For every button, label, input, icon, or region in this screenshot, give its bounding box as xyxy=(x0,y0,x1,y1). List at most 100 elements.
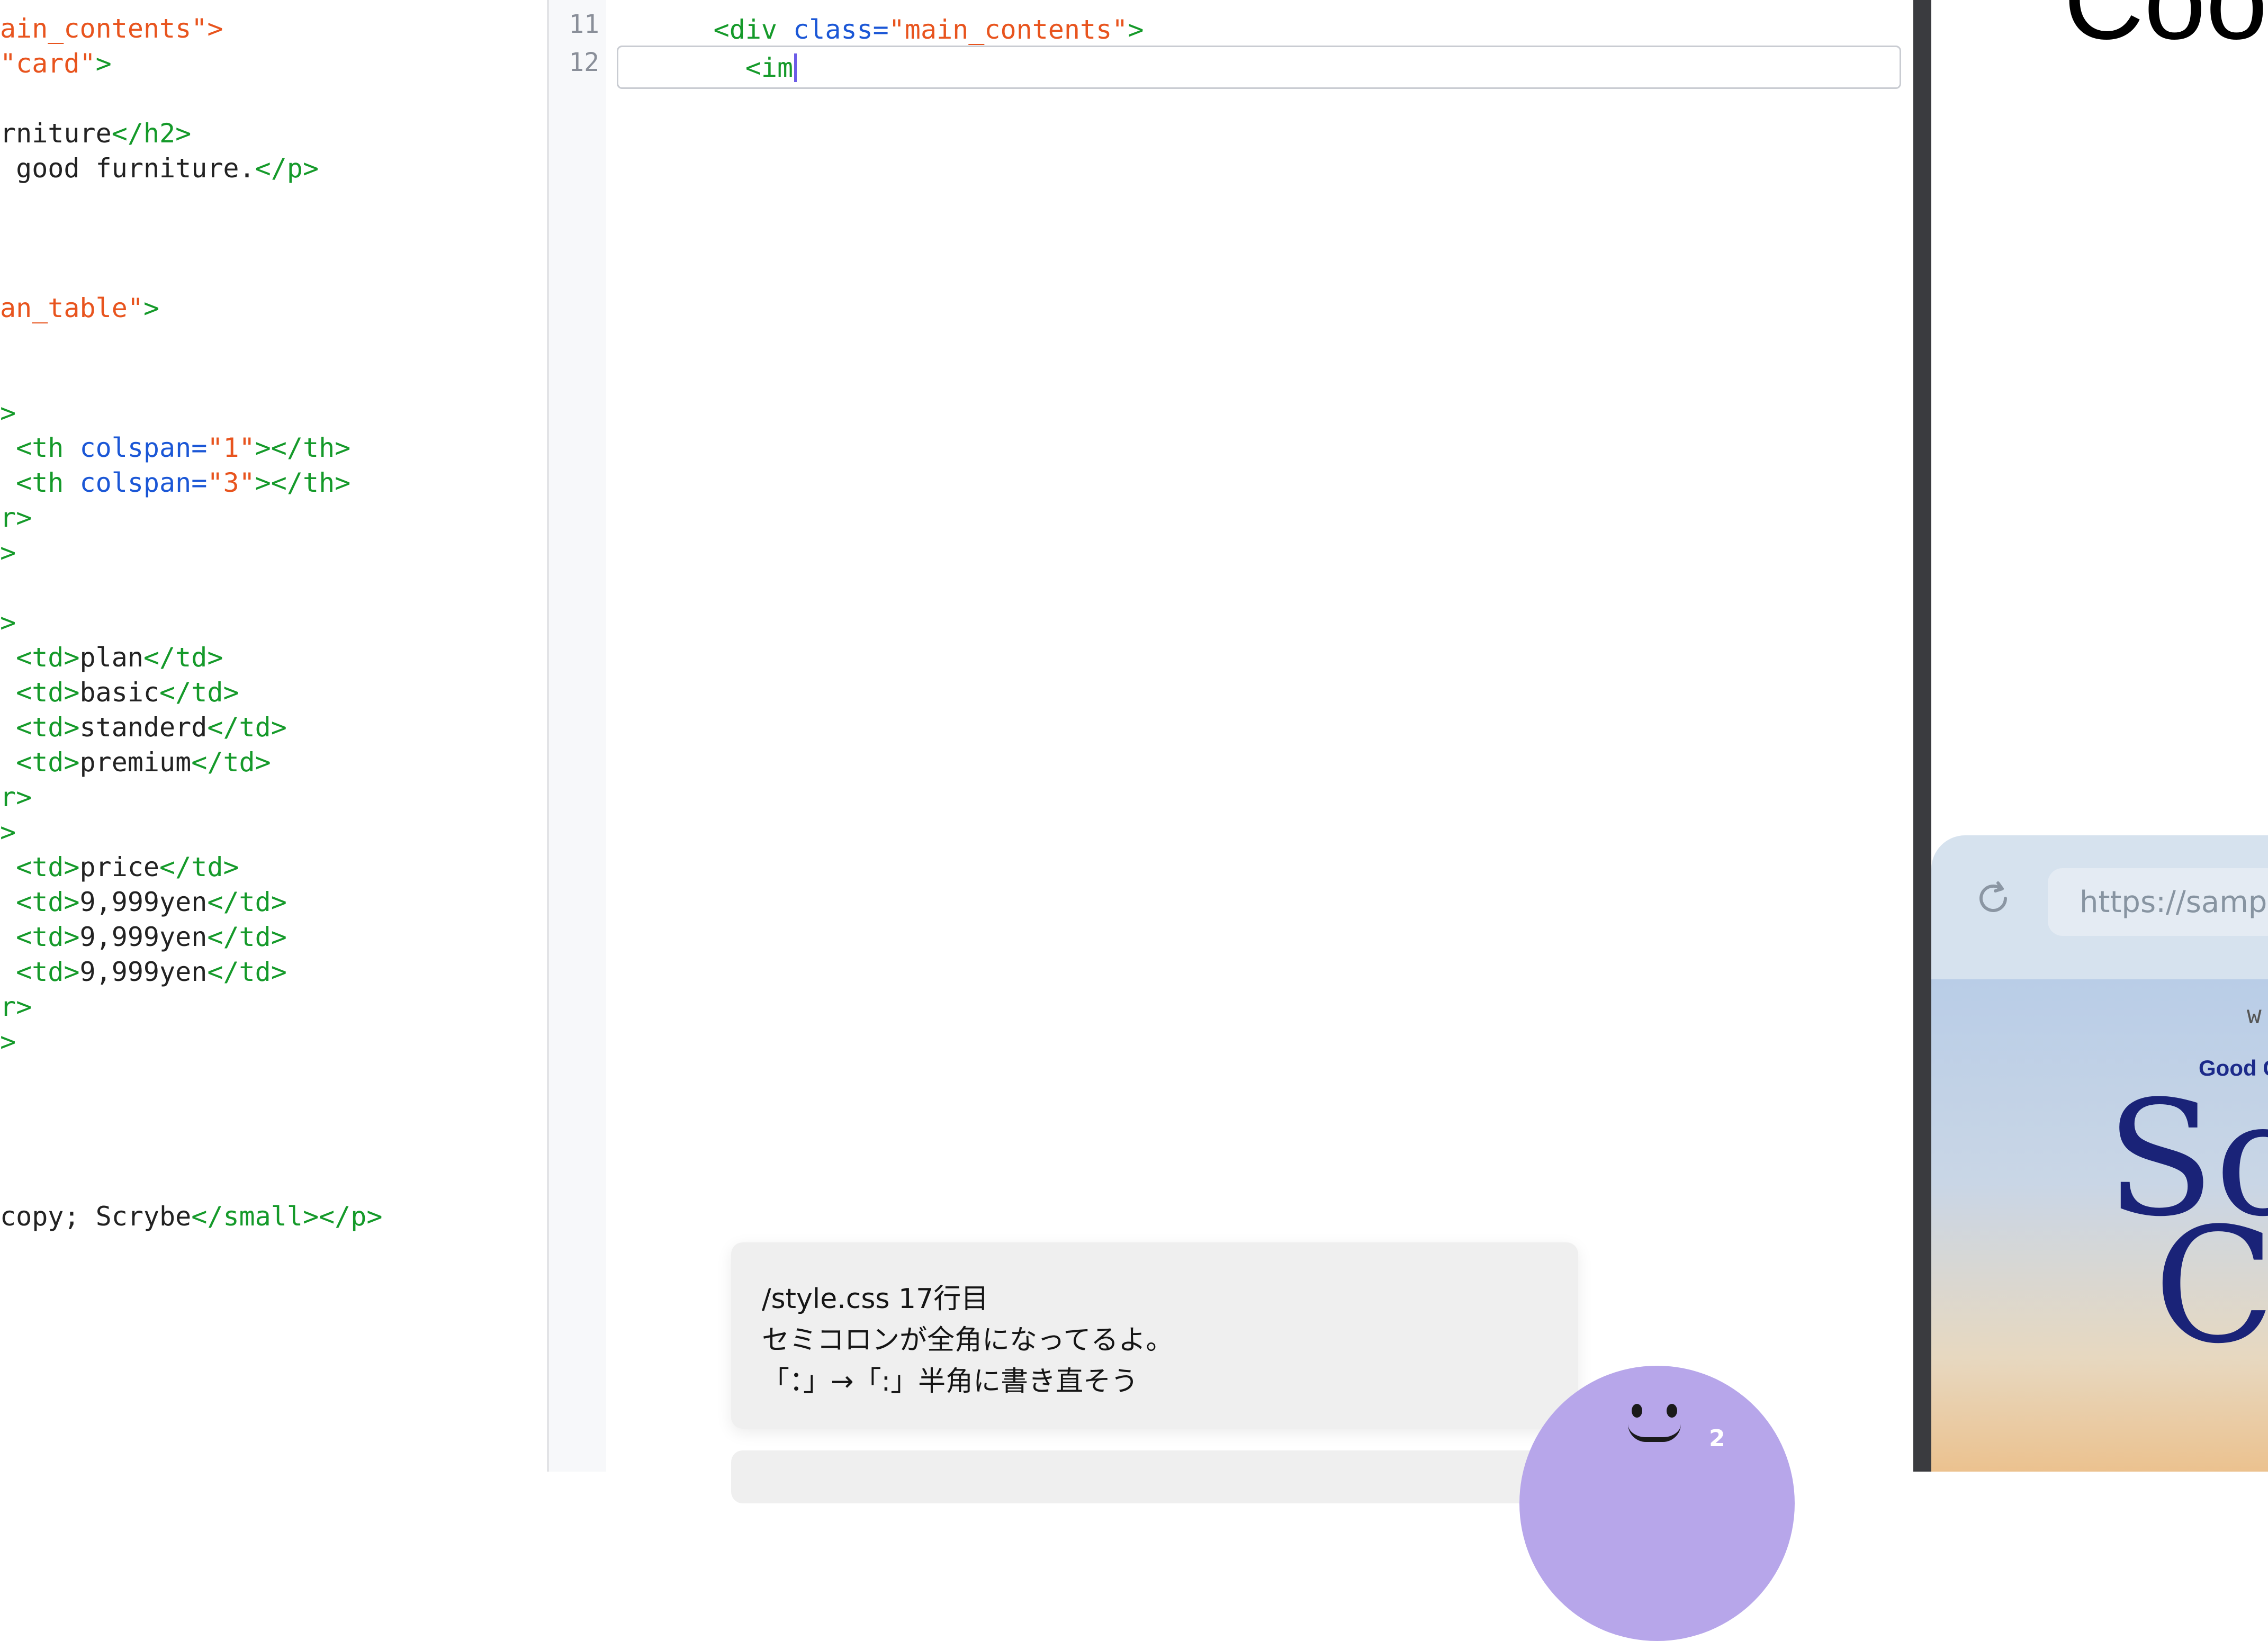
code-token: "1" xyxy=(207,432,255,463)
text-cursor xyxy=(794,53,797,82)
code-line-12[interactable]: <im xyxy=(618,49,797,87)
line-number: 12 xyxy=(569,48,599,77)
code-token: </td> xyxy=(143,642,223,673)
second-toast[interactable] xyxy=(731,1450,1578,1503)
code-line[interactable]: rniture</h2> xyxy=(0,114,191,152)
assistant-mascot[interactable]: 2 xyxy=(1519,1366,1795,1641)
code-token: </td> xyxy=(207,887,287,917)
code-token: 9,999yen xyxy=(79,957,208,987)
code-line[interactable]: > xyxy=(0,1023,16,1061)
code-line[interactable]: copy; Scrybe</small></p> xyxy=(0,1197,382,1236)
toast-message-2: 「：」→「:」半角に書き直そう xyxy=(762,1366,1139,1397)
active-line-highlight xyxy=(617,46,1901,89)
code-token: <th xyxy=(0,432,80,463)
code-token: > xyxy=(0,607,16,638)
code-line[interactable]: > xyxy=(0,394,16,432)
code-token: colspan= xyxy=(79,432,208,463)
preview-heading: Coo xyxy=(2064,0,2268,62)
code-line[interactable]: "card"> xyxy=(0,44,112,83)
attribute-name: class= xyxy=(793,14,889,45)
code-token: ain_contents"> xyxy=(0,13,223,44)
code-token: plan xyxy=(79,642,143,673)
attribute-value: "main_contents" xyxy=(888,14,1128,45)
code-line[interactable]: <td>plan</td> xyxy=(0,638,223,677)
code-line[interactable]: <td>price</td> xyxy=(0,848,239,886)
code-token: 9,999yen xyxy=(79,922,208,952)
tag-open: <div xyxy=(713,14,794,45)
code-line[interactable]: > xyxy=(0,534,16,572)
code-token: <td> xyxy=(0,852,80,882)
code-token: <td> xyxy=(0,747,80,778)
site-nav-text: w xyxy=(2247,1000,2262,1029)
code-line[interactable]: > xyxy=(0,813,16,851)
url-bar[interactable]: https://sampl xyxy=(2048,868,2268,936)
code-line[interactable]: <td>premium</td> xyxy=(0,743,271,781)
code-token: <td> xyxy=(0,922,80,952)
code-token: basic xyxy=(79,677,160,708)
code-token: </td> xyxy=(207,957,287,987)
code-line[interactable]: > xyxy=(0,603,16,642)
reload-icon[interactable] xyxy=(1974,879,2013,924)
code-token: r> xyxy=(0,991,32,1022)
site-hero: w Good C ScC xyxy=(1931,979,2268,1472)
code-line[interactable]: r> xyxy=(0,988,32,1026)
hero-line-2: C xyxy=(2154,1194,2268,1378)
code-line[interactable]: <td>standerd</td> xyxy=(0,708,287,746)
code-token: an_table" xyxy=(0,293,143,323)
code-token: </td> xyxy=(191,747,271,778)
code-line[interactable]: ain_contents"> xyxy=(0,10,223,48)
code-token: ></th> xyxy=(255,432,351,463)
code-token: colspan= xyxy=(79,467,208,498)
code-token: standerd xyxy=(79,712,208,743)
pane-divider[interactable] xyxy=(1913,0,1931,1472)
code-token: </td> xyxy=(207,922,287,952)
code-line[interactable]: <th colspan="1"></th> xyxy=(0,429,350,467)
code-line[interactable]: r> xyxy=(0,499,32,537)
tag-close: > xyxy=(1128,14,1144,45)
code-token: </h2> xyxy=(111,118,192,149)
code-token: <td> xyxy=(0,957,80,987)
code-line[interactable]: <td>9,999yen</td> xyxy=(0,883,287,921)
line-number-gutter: 11 12 xyxy=(549,0,606,1472)
toast-file-line: /style.css 17行目 xyxy=(762,1283,989,1315)
code-line[interactable]: an_table"> xyxy=(0,289,159,327)
code-token: > xyxy=(0,1026,16,1057)
code-token: good furniture. xyxy=(0,153,255,184)
code-token: </p> xyxy=(255,153,319,184)
code-token: r> xyxy=(0,502,32,533)
preview-pane[interactable]: Coo https://sampl w Good C ScC xyxy=(1931,0,2268,1472)
code-line[interactable]: good furniture.</p> xyxy=(0,149,319,187)
code-token: r> xyxy=(0,782,32,813)
code-token: 9,999yen xyxy=(79,887,208,917)
browser-mockup: https://sampl w Good C ScC xyxy=(1931,835,2268,1472)
code-token: > xyxy=(143,293,160,323)
code-token: price xyxy=(79,852,160,882)
url-text: https://sampl xyxy=(2080,885,2268,919)
mascot-mouth xyxy=(1628,1424,1681,1442)
code-token: </small></p> xyxy=(191,1201,383,1232)
code-line[interactable]: <th colspan="3"></th> xyxy=(0,464,350,502)
code-token: <td> xyxy=(0,677,80,708)
code-token: rniture xyxy=(0,118,112,149)
code-token: <th xyxy=(0,467,80,498)
code-token: > xyxy=(95,48,112,79)
code-line[interactable]: r> xyxy=(0,778,32,816)
code-token: </td> xyxy=(207,712,287,743)
browser-toolbar: https://sampl xyxy=(1931,835,2268,979)
code-token: copy; Scrybe xyxy=(0,1201,192,1232)
toast-message-1: セミコロンが全角になってるよ。 xyxy=(762,1324,1174,1356)
code-token: <td> xyxy=(0,642,80,673)
mascot-eye-left xyxy=(1632,1404,1642,1418)
left-code-pane[interactable]: ain_contents"> "card"> rniture</h2> good f… xyxy=(0,0,549,1472)
notification-count-badge: 2 xyxy=(1709,1425,1725,1452)
code-line-11[interactable]: <div class="main_contents"> xyxy=(618,11,1144,49)
code-token: > xyxy=(0,398,16,428)
code-line[interactable]: <td>basic</td> xyxy=(0,673,239,711)
code-line[interactable]: <td>9,999yen</td> xyxy=(0,918,287,956)
error-hint-toast[interactable]: /style.css 17行目 セミコロンが全角になってるよ。 「：」→「:」半… xyxy=(731,1242,1578,1429)
code-token: </td> xyxy=(159,852,239,882)
code-line[interactable]: <td>9,999yen</td> xyxy=(0,953,287,991)
line-number: 11 xyxy=(569,10,599,39)
